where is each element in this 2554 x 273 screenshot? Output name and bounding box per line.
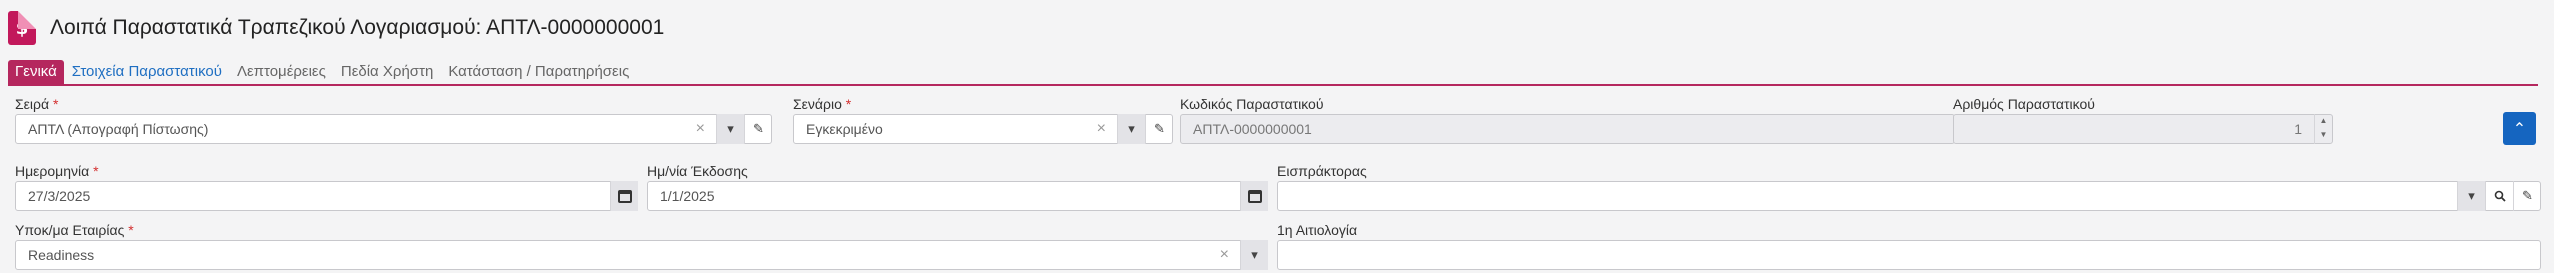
date-calendar-button[interactable]	[610, 181, 638, 211]
tab-bar: Γενικά Στοιχεία Παραστατικού Λεπτομέρειε…	[8, 60, 637, 84]
company-branch-dropdown-icon[interactable]: ▾	[1240, 240, 1268, 270]
tab-document-info[interactable]: Στοιχεία Παραστατικού	[65, 60, 229, 84]
tab-general[interactable]: Γενικά	[8, 60, 64, 84]
collector-dropdown-icon[interactable]: ▾	[2457, 181, 2485, 211]
collapse-button[interactable]: ⌃	[2503, 112, 2536, 145]
doc-code-value: ΑΠΤΛ-0000000001	[1193, 121, 1312, 137]
page-header: $ Λοιπά Παραστατικά Τραπεζικού Λογαριασμ…	[8, 8, 664, 48]
date-label: Ημερομηνία *	[15, 163, 99, 179]
collector-select[interactable]: ▾ ✎	[1277, 181, 2541, 211]
series-select[interactable]: ΑΠΤΛ (Απογραφή Πίστωσης) × ▾ ✎	[15, 114, 772, 144]
doc-number-value: 1	[2294, 121, 2302, 137]
issue-date-calendar-button[interactable]	[1240, 181, 1268, 211]
reason1-label: 1η Αιτιολογία	[1277, 222, 1358, 238]
page-title: Λοιπά Παραστατικά Τραπεζικού Λογαριασμού…	[50, 16, 665, 39]
issue-date-value: 1/1/2025	[660, 188, 715, 204]
series-dropdown-icon[interactable]: ▾	[716, 114, 744, 144]
scenario-dropdown-icon[interactable]: ▾	[1117, 114, 1145, 144]
scenario-edit-icon[interactable]: ✎	[1145, 114, 1173, 144]
series-value: ΑΠΤΛ (Απογραφή Πίστωσης)	[28, 121, 209, 137]
doc-number-field[interactable]: 1 ▲ ▼	[1953, 114, 2333, 144]
scenario-label: Σενάριο *	[793, 96, 852, 112]
doc-number-label: Αριθμός Παραστατικού	[1953, 96, 2095, 112]
tab-status-notes[interactable]: Κατάσταση / Παρατηρήσεις	[441, 60, 636, 84]
calendar-icon	[1247, 189, 1262, 203]
series-clear-icon[interactable]: ×	[696, 115, 705, 143]
company-branch-clear-icon[interactable]: ×	[1220, 241, 1229, 269]
doc-number-stepper[interactable]: ▲ ▼	[2314, 114, 2332, 144]
company-branch-select[interactable]: Readiness × ▾	[15, 240, 1268, 270]
chevron-up-icon: ⌃	[2512, 120, 2527, 138]
issue-date-field[interactable]: 1/1/2025	[647, 181, 1268, 211]
series-label: Σειρά *	[15, 96, 59, 112]
series-edit-icon[interactable]: ✎	[744, 114, 772, 144]
collector-search-icon[interactable]	[2485, 181, 2513, 211]
date-field[interactable]: 27/3/2025	[15, 181, 638, 211]
doc-code-label: Κωδικός Παραστατικού	[1180, 96, 1324, 112]
scenario-value: Εγκεκριμένο	[806, 121, 883, 137]
spin-down-icon[interactable]: ▼	[2320, 130, 2328, 139]
issue-date-label: Ημ/νία Έκδοσης	[647, 163, 748, 179]
company-branch-label: Υποκ/μα Εταιρίας *	[15, 222, 134, 238]
collector-label: Εισπράκτορας	[1277, 163, 1367, 179]
collector-edit-icon[interactable]: ✎	[2513, 181, 2541, 211]
company-branch-value: Readiness	[28, 247, 95, 263]
scenario-clear-icon[interactable]: ×	[1097, 115, 1106, 143]
scenario-select[interactable]: Εγκεκριμένο × ▾ ✎	[793, 114, 1173, 144]
date-value: 27/3/2025	[28, 188, 91, 204]
calendar-icon	[617, 189, 632, 203]
tab-underline	[8, 84, 2538, 86]
dollar-document-icon: $	[8, 11, 36, 45]
reason1-field[interactable]	[1277, 240, 2541, 270]
tab-details[interactable]: Λεπτομέρειες	[230, 60, 333, 84]
spin-up-icon[interactable]: ▲	[2320, 116, 2328, 125]
doc-code-field: ΑΠΤΛ-0000000001	[1180, 114, 1955, 144]
tab-user-fields[interactable]: Πεδία Χρήστη	[334, 60, 440, 84]
